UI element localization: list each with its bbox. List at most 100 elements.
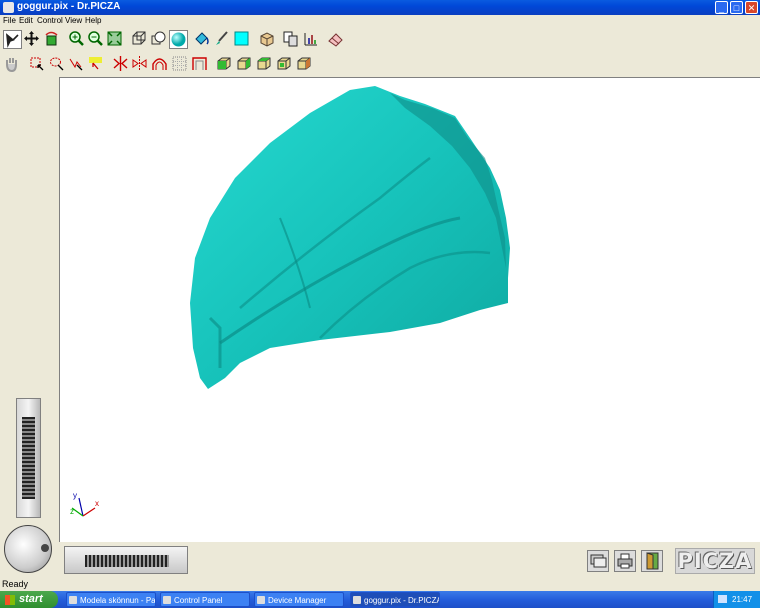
mirror-button[interactable]: [131, 55, 150, 74]
grid-button[interactable]: [171, 55, 190, 74]
brush-button[interactable]: [213, 30, 232, 49]
zoom-in-button[interactable]: [68, 30, 87, 49]
brush-icon: [216, 31, 228, 45]
print-button[interactable]: [614, 550, 636, 572]
select-lasso-button[interactable]: [48, 55, 67, 74]
paint-bucket-button[interactable]: [193, 30, 212, 49]
view-right-button[interactable]: [275, 55, 294, 74]
select-label-button[interactable]: [87, 55, 106, 74]
copy-icon: [283, 31, 298, 47]
select-point-icon: [69, 58, 83, 71]
monitor-stack-icon: [590, 554, 607, 568]
rotation-knob[interactable]: [4, 525, 52, 573]
task-label: Modela skönnun - Pa...: [80, 596, 156, 605]
task-device-manager[interactable]: Device Manager: [254, 592, 344, 607]
drpicza-icon: [353, 596, 361, 604]
shaded-sphere-icon: [151, 31, 166, 45]
arch-button[interactable]: [151, 55, 170, 74]
menu-control[interactable]: Control: [37, 16, 63, 25]
knob-pointer: [41, 544, 49, 552]
cyan-square-icon: [234, 31, 249, 46]
hand-icon: [6, 58, 17, 73]
window-title: goggur.pix - Dr.PICZA: [17, 1, 121, 12]
vertical-slider-track[interactable]: [22, 417, 35, 499]
menu-help[interactable]: Help: [85, 16, 101, 25]
select-point-button[interactable]: [67, 55, 86, 74]
select-rect-icon: [30, 57, 44, 71]
view-back-button[interactable]: [295, 55, 314, 74]
network-icon[interactable]: [718, 595, 727, 603]
cube-view-icon: [257, 57, 271, 70]
clock[interactable]: 21:47: [732, 595, 752, 604]
split-button[interactable]: [112, 55, 131, 74]
status-text: Ready: [2, 579, 29, 589]
pointer-icon: [6, 33, 19, 48]
axis-label-z: z: [70, 507, 74, 516]
move-tool-button[interactable]: [23, 30, 42, 49]
wireframe-button[interactable]: [131, 30, 150, 49]
measure-button[interactable]: [302, 30, 321, 49]
device-manager-icon: [257, 596, 265, 604]
zoom-out-button[interactable]: [87, 30, 106, 49]
grid-icon: [172, 56, 187, 71]
frame-icon: [192, 57, 207, 70]
measure-icon: [304, 33, 317, 46]
split-icon: [113, 56, 128, 71]
start-button[interactable]: start: [0, 591, 58, 608]
select-rect-button[interactable]: [28, 55, 47, 74]
cube-view-icon: [217, 57, 231, 70]
arch-icon: [152, 58, 167, 70]
hand-button[interactable]: [3, 55, 22, 74]
render-sphere-button[interactable]: [169, 30, 188, 49]
exit-door-icon: [646, 552, 659, 570]
fit-view-button[interactable]: [106, 30, 125, 49]
system-tray: 21:47: [713, 591, 760, 608]
maximize-button[interactable]: □: [730, 1, 743, 14]
minimize-button[interactable]: _: [715, 1, 728, 14]
display-button[interactable]: [587, 550, 609, 572]
color-button[interactable]: [233, 30, 252, 49]
wireframe-icon: [132, 31, 146, 45]
task-label: Device Manager: [268, 596, 327, 605]
fit-view-icon: [107, 31, 122, 46]
task-modela[interactable]: Modela skönnun - Pa...: [66, 592, 156, 607]
pointer-tool-button[interactable]: [3, 30, 22, 49]
box-button[interactable]: [258, 30, 277, 49]
paint-bucket-icon: [195, 32, 209, 45]
status-bar: Ready: [0, 578, 760, 591]
exit-button[interactable]: [641, 550, 663, 572]
picza-logo: PICZA: [675, 548, 755, 574]
app-icon[interactable]: [3, 2, 14, 13]
menu-edit[interactable]: Edit: [19, 16, 33, 25]
view-left-button[interactable]: [235, 55, 254, 74]
zoom-in-icon: [69, 31, 84, 46]
task-control-panel[interactable]: Control Panel: [160, 592, 250, 607]
rotate-cube-icon: [45, 31, 58, 46]
secondary-toolbar: [0, 53, 760, 77]
shaded-button[interactable]: [150, 30, 169, 49]
main-toolbar: [0, 28, 760, 52]
taskbar: start Modela skönnun - Pa... Control Pan…: [0, 591, 760, 608]
start-label: start: [19, 593, 43, 605]
title-bar: goggur.pix - Dr.PICZA _ □ ✕: [0, 0, 760, 15]
eraser-icon: [328, 33, 343, 47]
view-front-button[interactable]: [215, 55, 234, 74]
horizontal-slider-track[interactable]: [85, 555, 169, 567]
rotate-tool-button[interactable]: [43, 30, 62, 49]
3d-viewport[interactable]: y x z: [59, 77, 760, 542]
copy-button[interactable]: [282, 30, 301, 49]
printer-icon: [617, 553, 633, 569]
task-drpicza[interactable]: goggur.pix - Dr.PICZA: [350, 592, 440, 607]
menu-view[interactable]: View: [65, 16, 82, 25]
model-render: y x z: [70, 86, 510, 517]
vertical-zoom-slider[interactable]: [16, 398, 41, 518]
close-button[interactable]: ✕: [745, 1, 758, 14]
eraser-button[interactable]: [327, 30, 346, 49]
cube-view-icon: [297, 57, 311, 70]
menu-bar: File Edit Control View Help: [0, 15, 760, 27]
task-label: Control Panel: [174, 596, 223, 605]
menu-file[interactable]: File: [3, 16, 16, 25]
frame-button[interactable]: [191, 55, 210, 74]
view-top-button[interactable]: [255, 55, 274, 74]
horizontal-rotation-slider[interactable]: [64, 546, 188, 574]
